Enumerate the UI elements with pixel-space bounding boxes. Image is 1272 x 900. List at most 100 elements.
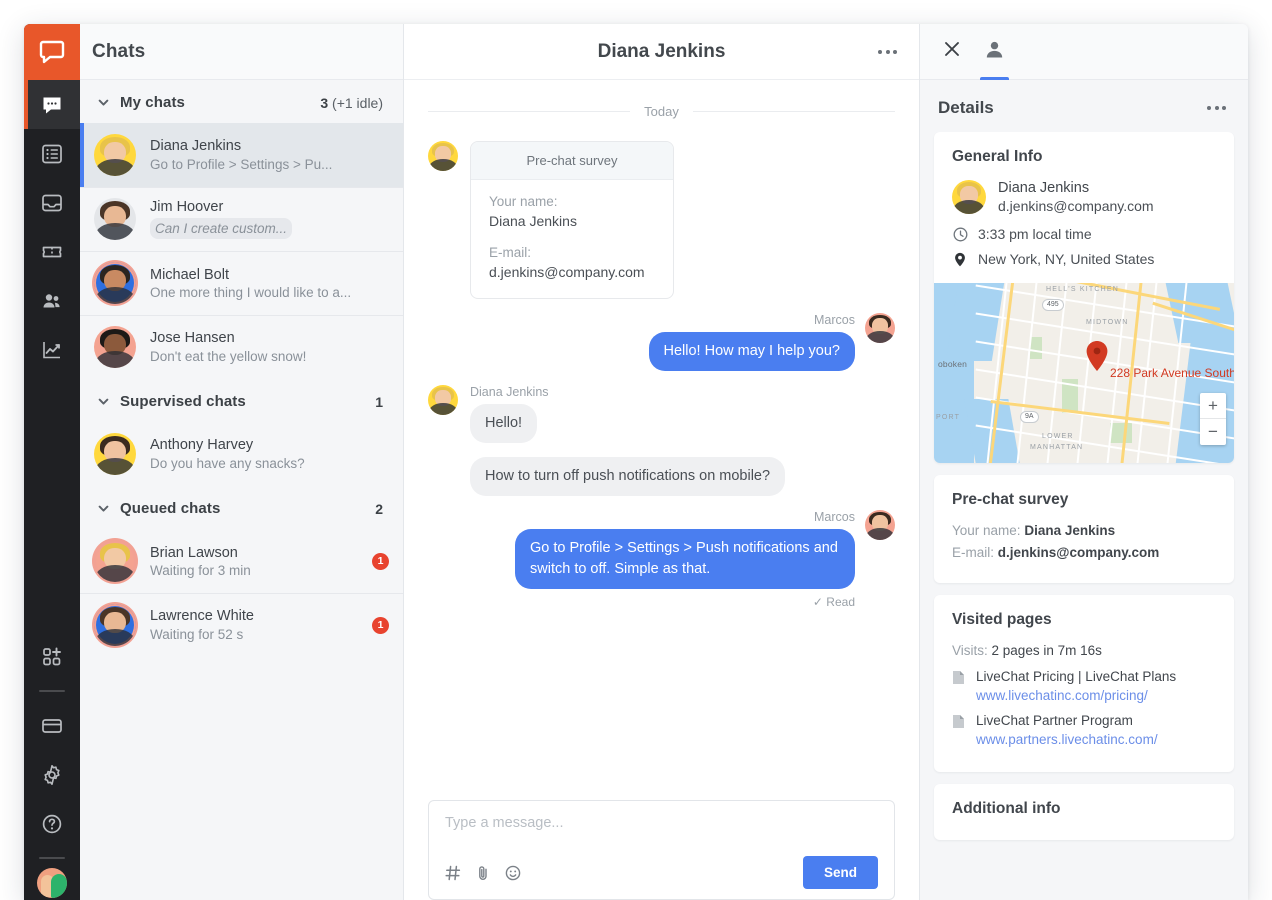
visited-page-url[interactable]: www.livechatinc.com/pricing/ bbox=[976, 688, 1176, 703]
close-icon bbox=[942, 39, 962, 64]
survey-email-value: d.jenkins@company.com bbox=[489, 264, 645, 280]
survey-name-label: Your name: bbox=[489, 194, 558, 209]
visits-value: 2 pages in 7m 16s bbox=[991, 643, 1102, 658]
avatar bbox=[94, 326, 136, 368]
prechat-value: Diana Jenkins bbox=[1024, 523, 1116, 538]
hash-icon[interactable] bbox=[445, 865, 461, 881]
chat-contact-name: Lawrence White bbox=[150, 608, 254, 624]
avatar bbox=[94, 198, 136, 240]
chat-contact-name: Brian Lawson bbox=[150, 545, 364, 560]
livechat-window: Chats My chats 3 (+1 idle) Diana Jenkins Go… bbox=[24, 24, 1248, 900]
nav-rail bbox=[24, 24, 80, 900]
message-input[interactable]: Type a message... bbox=[445, 815, 878, 856]
message-bubble: Hello! How may I help you? bbox=[648, 332, 855, 372]
more-options-icon[interactable] bbox=[1201, 100, 1232, 116]
chat-group-header[interactable]: Supervised chats 1 bbox=[80, 379, 403, 422]
prechat-survey-card: Pre-chat survey Your name: Diana Jenkins… bbox=[934, 475, 1234, 583]
rail-item-help[interactable] bbox=[24, 799, 80, 848]
chevron-down-icon[interactable] bbox=[94, 502, 112, 515]
customer-identity: Diana Jenkins d.jenkins@company.com bbox=[952, 180, 1216, 214]
prechat-row: E-mail: d.jenkins@company.com bbox=[952, 545, 1216, 560]
avatar bbox=[94, 134, 136, 176]
chat-list-item[interactable]: Anthony Harvey Do you have any snacks? bbox=[80, 422, 403, 486]
rail-item-team[interactable] bbox=[24, 276, 80, 325]
location-row: New York, NY, United States bbox=[952, 251, 1216, 267]
livechat-logo-icon[interactable] bbox=[24, 24, 80, 80]
tab-customer-details[interactable] bbox=[980, 24, 1009, 80]
prechat-survey-card: Pre-chat survey Your name: Diana Jenkins… bbox=[470, 141, 674, 299]
avatar bbox=[865, 510, 895, 541]
map-label-hoboken: oboken bbox=[938, 359, 968, 369]
people-icon bbox=[41, 290, 63, 312]
current-agent-avatar[interactable] bbox=[37, 868, 67, 898]
details-scroll: General Info Diana Jenkins d.jenkins@com… bbox=[920, 132, 1248, 900]
details-close-tab[interactable] bbox=[938, 24, 966, 80]
map-zoom-out-button[interactable]: − bbox=[1200, 419, 1226, 445]
prechat-row: Your name: Diana Jenkins bbox=[952, 523, 1216, 538]
message-bubble: How to turn off push notifications on mo… bbox=[470, 457, 786, 497]
additional-info-heading: Additional info bbox=[952, 800, 1061, 817]
emoji-icon[interactable] bbox=[505, 865, 521, 881]
messenger-icon: Brian Lawson bbox=[150, 544, 238, 560]
message-composer[interactable]: Type a message... Send bbox=[428, 800, 895, 900]
chat-group-header[interactable]: My chats 3 (+1 idle) bbox=[80, 80, 403, 123]
rail-item-reports[interactable] bbox=[24, 325, 80, 374]
chat-group-count: 2 bbox=[375, 500, 383, 517]
chat-list-item[interactable]: Diana Jenkins Go to Profile > Settings > … bbox=[80, 123, 403, 187]
more-options-icon[interactable] bbox=[872, 44, 903, 60]
rail-item-inbox[interactable] bbox=[24, 178, 80, 227]
rail-item-archives[interactable] bbox=[24, 129, 80, 178]
message-row: Marcos Go to Profile > Settings > Push no… bbox=[428, 510, 895, 609]
additional-info-card: Additional info bbox=[934, 784, 1234, 840]
map-pin-icon bbox=[1086, 341, 1108, 371]
chat-contact-name: Diana Jenkins bbox=[150, 138, 242, 154]
paperclip-icon[interactable] bbox=[475, 865, 491, 881]
general-info-heading: General Info bbox=[952, 148, 1043, 165]
map-pin-icon bbox=[952, 252, 968, 267]
survey-header: Pre-chat survey bbox=[471, 142, 673, 180]
chat-group-count: 3 (+1 idle) bbox=[320, 94, 383, 111]
rail-item-tickets[interactable] bbox=[24, 227, 80, 276]
ticket-icon bbox=[41, 241, 63, 263]
chat-list-item[interactable]: Lawrence White Waiting for 52 s 1 bbox=[80, 593, 403, 657]
map-address-label: 228 Park Avenue South bbox=[1110, 366, 1234, 380]
visits-label: Visits: bbox=[952, 643, 988, 658]
visited-page-title: LiveChat Partner Program bbox=[976, 713, 1133, 728]
chat-list-item[interactable]: Jose Hansen Don't eat the yellow snow! bbox=[80, 315, 403, 379]
conversation-title: Diana Jenkins bbox=[597, 40, 726, 62]
rail-item-apps[interactable] bbox=[24, 632, 80, 681]
credit-card-icon bbox=[41, 715, 63, 737]
prechat-label: Your name: bbox=[952, 523, 1021, 538]
chats-panel: Chats My chats 3 (+1 idle) Diana Jenkins Go… bbox=[80, 24, 404, 900]
customer-location-map[interactable]: HELL'S KITCHEN MIDTOWN oboken LOWER MANH… bbox=[934, 283, 1234, 463]
chat-list-item[interactable]: Jim Hoover Can I create custom... bbox=[80, 187, 403, 251]
map-zoom-controls[interactable]: + − bbox=[1200, 393, 1226, 445]
map-zoom-in-button[interactable]: + bbox=[1200, 393, 1226, 419]
visited-page-url[interactable]: www.partners.livechatinc.com/ bbox=[976, 732, 1158, 747]
avatar bbox=[94, 540, 136, 582]
rail-item-billing[interactable] bbox=[24, 701, 80, 750]
conversation-panel: Diana Jenkins Today Pre-chat survey Your… bbox=[404, 24, 920, 900]
send-button[interactable]: Send bbox=[802, 856, 878, 889]
visited-page-item[interactable]: LiveChat Pricing | LiveChat Plans www.liv… bbox=[952, 668, 1216, 703]
chat-list-item[interactable]: Brian Lawson Waiting for 3 min 1 bbox=[80, 529, 403, 593]
chat-list-item[interactable]: Michael Bolt One more thing I would like … bbox=[80, 251, 403, 315]
survey-name-value: Diana Jenkins bbox=[489, 213, 577, 229]
visited-page-item[interactable]: LiveChat Partner Program www.partners.liv… bbox=[952, 712, 1216, 747]
rail-item-chats[interactable] bbox=[24, 80, 80, 129]
avatar bbox=[94, 604, 136, 646]
chevron-down-icon[interactable] bbox=[94, 96, 112, 109]
rail-divider-1 bbox=[39, 690, 65, 692]
chevron-down-icon[interactable] bbox=[94, 395, 112, 408]
messages-container: Marcos Hello! How may I help you? Diana Je… bbox=[428, 313, 895, 609]
rail-item-settings[interactable] bbox=[24, 750, 80, 799]
general-info-card: General Info Diana Jenkins d.jenkins@com… bbox=[934, 132, 1234, 463]
avatar bbox=[952, 180, 986, 214]
prechat-heading: Pre-chat survey bbox=[952, 491, 1069, 508]
conversation-header: Diana Jenkins bbox=[404, 24, 919, 80]
chat-group-header[interactable]: Queued chats 2 bbox=[80, 486, 403, 529]
chats-list[interactable]: My chats 3 (+1 idle) Diana Jenkins Go to Pr… bbox=[80, 80, 403, 900]
thumbs-up-icon: Michael Bolt bbox=[150, 266, 229, 282]
visited-pages-list: LiveChat Pricing | LiveChat Plans www.liv… bbox=[952, 668, 1216, 747]
day-separator: Today bbox=[428, 104, 895, 119]
